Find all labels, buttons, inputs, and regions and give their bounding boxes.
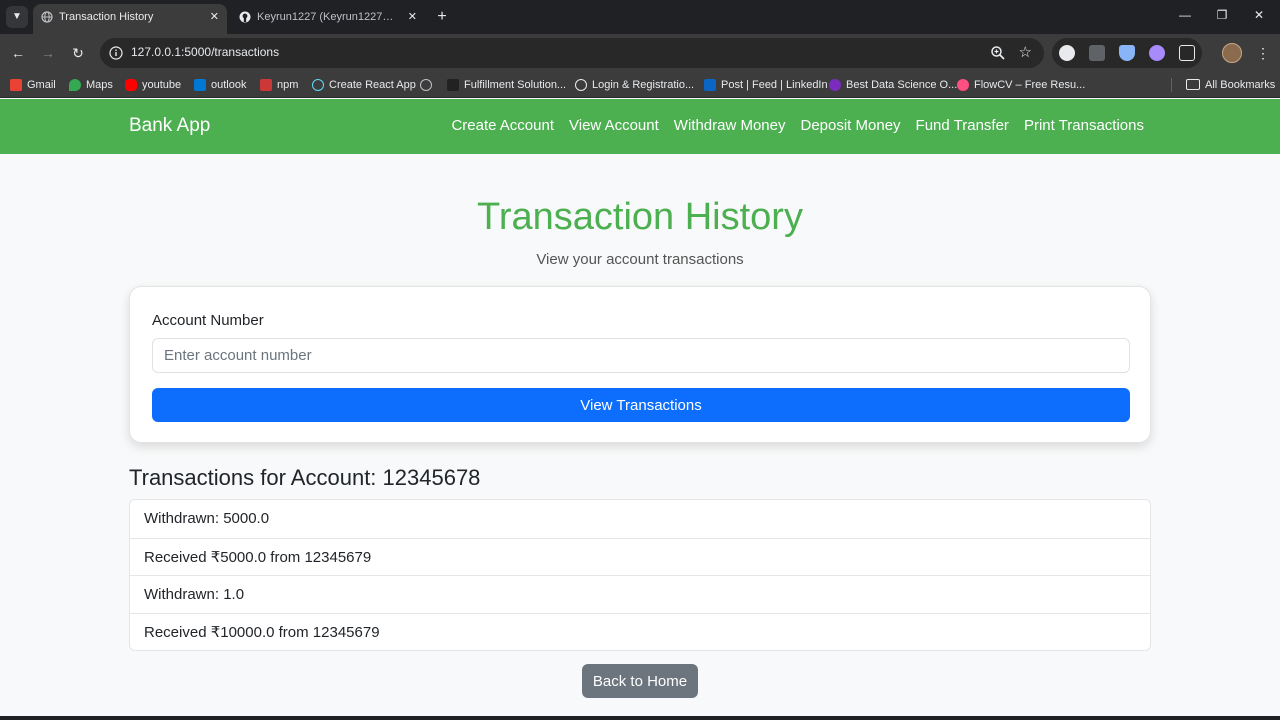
close-tab-icon[interactable]: ✕: [408, 4, 417, 30]
minimize-icon[interactable]: —: [1176, 8, 1194, 22]
github-icon: [239, 11, 251, 23]
bookmark-npm[interactable]: npm: [260, 77, 298, 93]
nav-link-fund-transfer[interactable]: Fund Transfer: [916, 117, 1009, 134]
extension-a-icon[interactable]: [1059, 45, 1075, 61]
back-arrow-icon[interactable]: ←: [8, 43, 28, 63]
back-to-home-button[interactable]: Back to Home: [582, 664, 698, 698]
browser-toolbar: ← → ↻ 127.0.0.1:5000/transactions ☆ ⋮: [0, 34, 1280, 72]
tab-title: Transaction History: [59, 11, 154, 23]
reload-icon[interactable]: ↻: [68, 43, 88, 63]
tab-search-dropdown-icon[interactable]: ▼: [6, 6, 28, 28]
extension-folder-icon[interactable]: [1089, 45, 1105, 61]
bookmark-gmail[interactable]: Gmail: [10, 77, 56, 93]
flowcv-icon: [957, 79, 969, 91]
close-window-icon[interactable]: ✕: [1250, 8, 1268, 22]
more-options-icon[interactable]: ⋮: [1256, 43, 1270, 63]
bookmark-label: FlowCV – Free Resu...: [974, 79, 1086, 91]
fulfillment-icon: [447, 79, 459, 91]
gmail-icon: [10, 79, 22, 91]
bookmark-label: Create React App: [329, 79, 416, 91]
bookmark-label: Login & Registratio...: [592, 79, 695, 91]
app-navbar: Bank App Create Account View Account Wit…: [0, 99, 1280, 154]
address-bar[interactable]: 127.0.0.1:5000/transactions ☆: [100, 38, 1044, 68]
bookmark-fulfillment[interactable]: Fulfillment Solution...: [447, 77, 566, 93]
bookmark-label: Maps: [86, 79, 113, 91]
youtube-icon: [125, 79, 137, 91]
restore-icon[interactable]: ❐: [1213, 8, 1231, 22]
tab-title: Keyrun1227 (Keyrun1227) / Rep: [257, 11, 397, 23]
puzzle-icon[interactable]: [1179, 45, 1195, 61]
bookmark-login[interactable]: Login & Registratio...: [575, 77, 694, 93]
brand-logo[interactable]: Bank App: [129, 115, 210, 137]
close-tab-icon[interactable]: ✕: [210, 4, 219, 30]
bookmark-label: Post | Feed | LinkedIn: [721, 79, 828, 91]
outlook-icon: [194, 79, 206, 91]
view-transactions-button[interactable]: View Transactions: [152, 388, 1130, 422]
bookmark-label: Best Data Science O...: [846, 79, 958, 91]
bookmark-data-science[interactable]: Best Data Science O...: [829, 77, 957, 93]
tab-transaction-history[interactable]: Transaction History ✕: [33, 4, 227, 34]
shield-icon[interactable]: [1119, 45, 1135, 61]
bookmark-youtube[interactable]: youtube: [125, 77, 181, 93]
nav-links: Create Account View Account Withdraw Mon…: [451, 117, 1144, 134]
maps-icon: [69, 79, 81, 91]
zoom-icon[interactable]: [990, 45, 1006, 61]
bookmark-globe[interactable]: [420, 77, 432, 93]
bookmark-label: Fulfillment Solution...: [464, 79, 567, 91]
bookmark-label: Gmail: [27, 79, 56, 91]
bookmark-flowcv[interactable]: FlowCV – Free Resu...: [957, 77, 1085, 93]
bookmarks-bar: Gmail Maps youtube outlook npm Create Re…: [0, 72, 1280, 98]
openai-icon: [575, 79, 587, 91]
bookmark-create-react-app[interactable]: Create React App: [312, 77, 416, 93]
nav-link-withdraw-money[interactable]: Withdraw Money: [674, 117, 786, 134]
globe-icon: [420, 79, 432, 91]
account-number-input[interactable]: [152, 338, 1130, 373]
transaction-item: Withdrawn: 5000.0: [144, 510, 270, 527]
tab-github[interactable]: Keyrun1227 (Keyrun1227) / Rep ✕: [231, 4, 425, 34]
bookmark-label: outlook: [211, 79, 247, 91]
account-form-card: Account Number View Transactions: [129, 286, 1151, 443]
new-tab-plus-icon[interactable]: +: [433, 6, 451, 28]
account-number-label: Account Number: [152, 312, 264, 329]
bookmark-label: npm: [277, 79, 299, 91]
globe-icon: [41, 11, 53, 23]
all-bookmarks-label: All Bookmarks: [1205, 79, 1276, 91]
page-title: Transaction History: [477, 196, 803, 238]
transaction-item: Withdrawn: 1.0: [130, 575, 1150, 613]
extensions-group: [1052, 38, 1202, 68]
linkedin-icon: [704, 79, 716, 91]
bookmark-label: youtube: [142, 79, 182, 91]
react-icon: [312, 79, 324, 91]
browser-tab-bar: ▼ Transaction History ✕ Keyrun1227 (Keyr…: [0, 0, 1280, 34]
transaction-item: Received ₹10000.0 from 12345679: [130, 612, 1150, 651]
nav-link-print-transactions[interactable]: Print Transactions: [1024, 117, 1144, 134]
datascience-icon: [829, 79, 841, 91]
page-subtitle: View your account transactions: [536, 251, 744, 268]
npm-icon: [260, 79, 272, 91]
transaction-item: Received ₹5000.0 from 12345679: [130, 537, 1150, 576]
all-bookmarks[interactable]: All Bookmarks: [1186, 77, 1275, 93]
transactions-list: Withdrawn: 5000.0 Received ₹5000.0 from …: [129, 499, 1151, 651]
extension-bot-icon[interactable]: [1149, 45, 1165, 61]
bookmark-outlook[interactable]: outlook: [194, 77, 246, 93]
transactions-heading: Transactions for Account: 12345678: [129, 465, 481, 490]
nav-link-deposit-money[interactable]: Deposit Money: [800, 117, 900, 134]
url-text: 127.0.0.1:5000/transactions: [131, 45, 280, 59]
window-bottom-edge: [0, 716, 1280, 720]
bookmark-linkedin[interactable]: Post | Feed | LinkedIn: [704, 77, 828, 93]
forward-arrow-icon[interactable]: →: [38, 43, 58, 63]
bookmark-star-icon[interactable]: ☆: [1019, 43, 1032, 61]
nav-link-create-account[interactable]: Create Account: [451, 117, 554, 134]
bookmark-maps[interactable]: Maps: [69, 77, 113, 93]
profile-avatar[interactable]: [1222, 43, 1242, 63]
nav-link-view-account[interactable]: View Account: [569, 117, 659, 134]
bookmarks-divider: [1171, 78, 1172, 92]
site-info-icon[interactable]: [109, 46, 123, 60]
folder-icon: [1186, 79, 1200, 90]
